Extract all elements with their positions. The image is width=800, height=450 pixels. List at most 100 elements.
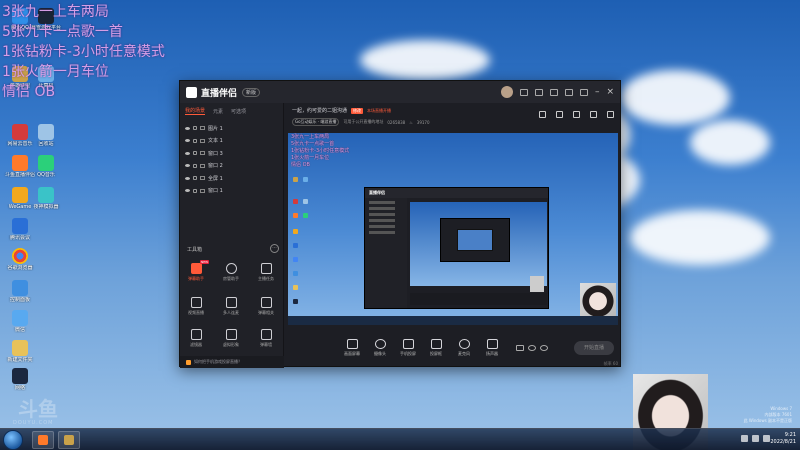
gift-box-icon[interactable] [539,111,546,118]
eye-icon[interactable] [185,151,190,155]
eye-icon[interactable] [528,345,536,351]
desktop-icon[interactable]: 网络 [0,368,40,391]
screen-icon[interactable] [534,88,543,96]
lock-icon[interactable] [193,126,197,131]
overlay-line: 1张火箭一月车位 [2,64,109,80]
tool-room-admin[interactable]: 房管助手 [218,263,244,282]
tool-danmaku-assistant[interactable]: 弹幕助手 NEW [183,260,210,282]
more-icon[interactable]: ··· [270,244,279,253]
bag-icon[interactable] [556,111,563,118]
tab-my-scenes[interactable]: 我的场景 [185,107,206,115]
desktop-icon[interactable]: 谷歌浏览器 [0,248,40,271]
tab-elements[interactable]: 元素 [213,108,223,115]
version-badge[interactable]: 新版 [242,87,261,97]
desktop-icon[interactable]: 新建文件夹 [0,340,40,363]
edit-title-button[interactable]: 修改 [351,107,364,114]
new-badge: NEW [200,260,210,264]
desktop-icon [293,257,298,262]
taskbar-item[interactable] [58,431,80,449]
play-icon [430,339,442,349]
live-status-text: 本场直播开播 [367,107,392,113]
calendar-icon[interactable] [573,111,580,118]
cast-frame-button[interactable]: 投屏框 [422,339,450,357]
scene-item[interactable]: 图片 1 [180,122,283,135]
scene-list: 图片 1 文本 1 窗口 3 窗口 2 全屏 1 窗口 1 [180,122,283,197]
shirt-icon[interactable] [564,88,573,96]
tool-streamer-task[interactable]: 主播任务 [253,263,279,282]
taskbar-item[interactable] [32,431,54,449]
meta-text: 可用于公开直播的地址 [343,119,384,124]
scene-item[interactable]: 窗口 3 [180,147,283,160]
room-actions [539,111,614,118]
download-icon [225,329,237,340]
tool-filter[interactable]: 滤镜器 [183,329,209,348]
scene-item[interactable]: 窗口 2 [180,160,283,173]
title-bar[interactable]: 直播伴侣 新版 – × [180,81,620,103]
microphone-icon [458,339,470,349]
app-icon [38,155,54,171]
start-live-button[interactable]: 开始直播 [574,341,614,355]
folder-icon [12,340,28,356]
room-id: 0265838 [387,119,406,125]
eye-icon[interactable] [185,164,190,168]
cloud [690,120,770,165]
lock-icon[interactable] [193,138,197,143]
message-icon[interactable] [519,88,528,96]
gift-icon[interactable] [549,88,558,96]
scene-item[interactable]: 窗口 1 [180,185,283,198]
stream-overlay-text: 3张九一上车两局 5张九卡一点歌一首 1张钻粉卡-3小时任意模式 1张火箭一月车… [2,2,165,102]
screen-capture-button[interactable]: 画面屏幕 [338,339,366,357]
monitor-icon [346,339,358,349]
chat-icon [260,297,272,308]
system-tray [741,435,770,442]
volume-icon[interactable] [763,435,770,442]
menu-icon[interactable] [579,88,588,96]
tray-icon[interactable] [741,435,748,442]
window-icon [200,163,205,168]
camera-button[interactable]: 摄像头 [366,339,394,357]
phone-cast-button[interactable]: 手机投屏 [394,339,422,357]
desktop-icon[interactable]: 控制面板 [0,280,40,303]
tab-options[interactable]: 可选项 [231,108,246,115]
desktop-icon[interactable]: 腾讯会议 [0,218,40,241]
category-chip[interactable]: Go互动娱乐 · 端游直播 [292,118,340,126]
tool-video-live[interactable]: 视频直播 [183,297,209,316]
share-icon[interactable] [607,111,614,118]
close-icon[interactable]: × [606,87,614,97]
record-icon[interactable] [516,345,524,351]
desktop-icon[interactable]: 微信 [0,310,40,333]
eye-icon[interactable] [185,189,190,193]
lock-icon[interactable] [193,163,197,168]
eye-icon[interactable] [185,126,190,130]
desktop-icon[interactable]: QQ音乐 [26,155,66,178]
desktop-icon[interactable]: 夜神模拟器 [26,187,66,210]
lock-icon[interactable] [193,188,197,193]
desktop-icon [293,199,298,204]
bell-icon[interactable] [590,111,597,118]
tool-avatar[interactable]: 虚拟形象 [218,329,244,348]
eye-icon[interactable] [185,176,190,180]
nested-app-title: 直播伴侣 [369,190,385,195]
microphone-button[interactable]: 麦克风 [450,339,478,357]
network-icon[interactable] [752,435,759,442]
tool-multi-mic[interactable]: 多人连麦 [218,297,244,316]
speaker-button[interactable]: 扬声器 [478,339,506,357]
tool-danmaku-wall[interactable]: 弹幕墙 [253,329,279,348]
minimize-icon[interactable]: – [595,87,600,97]
clock[interactable]: 9:21 2022/8/21 [770,432,796,446]
eye-icon[interactable] [185,139,190,143]
stream-preview[interactable]: 3张九一上车两局 5张九卡一点歌一首 1张钻粉卡-3小时任意模式 1张火箭一月车… [288,133,618,325]
lock-icon[interactable] [193,151,197,156]
tool-danmaku-related[interactable]: 弹幕相关 [253,297,279,316]
user-icon [225,263,237,274]
avatar[interactable] [500,86,513,98]
scene-item[interactable]: 文本 1 [180,135,283,148]
scene-item[interactable]: 全屏 1 [180,172,283,185]
settings-icon[interactable] [540,345,548,351]
desktop-icon[interactable]: 回收站 [26,124,66,147]
notice-bar[interactable]: 如何把手机游戏投屏直播？ [180,356,284,368]
lock-icon[interactable] [193,176,197,181]
app-logo-icon [186,86,197,98]
start-button[interactable] [3,430,23,450]
cloud [630,210,770,265]
